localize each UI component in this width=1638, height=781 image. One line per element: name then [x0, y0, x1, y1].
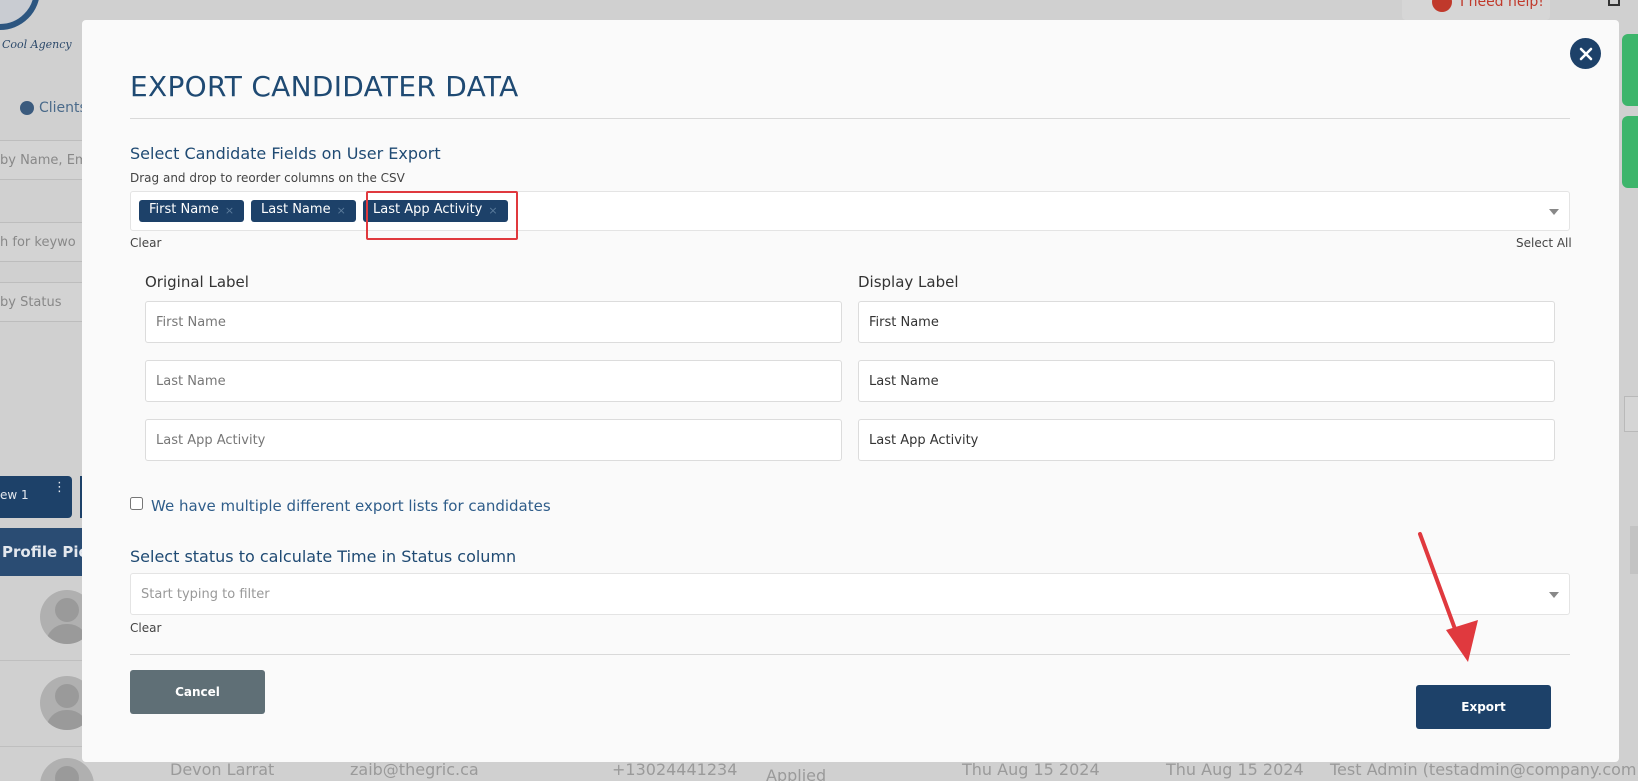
chip-last-name[interactable]: Last Name ×: [251, 200, 356, 222]
help-label: I need help!: [1460, 0, 1544, 10]
status-filter-input[interactable]: [131, 574, 1511, 614]
chevron-down-icon[interactable]: [1549, 209, 1559, 215]
chip-remove-icon[interactable]: ×: [488, 202, 497, 220]
clients-icon: [20, 101, 34, 115]
bg-cell-date1: Thu Aug 15 2024: [962, 760, 1100, 779]
multiple-lists-option[interactable]: We have multiple different export lists …: [130, 496, 551, 515]
bg-row-divider: [0, 660, 82, 661]
bg-cell-phone: +13024441234: [612, 760, 738, 779]
cancel-button[interactable]: Cancel: [130, 670, 265, 714]
help-button[interactable]: I need help!: [1402, 0, 1550, 20]
export-button[interactable]: Export: [1416, 685, 1551, 729]
status-clear-link[interactable]: Clear: [130, 621, 161, 635]
agency-logo-text: Cool Agency: [2, 38, 72, 51]
multiple-lists-label: We have multiple different export lists …: [151, 497, 551, 515]
bg-status-filter[interactable]: by Status: [0, 282, 82, 322]
multiple-lists-checkbox[interactable]: [130, 496, 143, 510]
chip-remove-icon[interactable]: ×: [337, 202, 346, 220]
title-divider: [130, 118, 1570, 119]
close-button[interactable]: [1570, 38, 1601, 69]
chip-remove-icon[interactable]: ×: [225, 202, 234, 220]
original-label-header: Original Label: [145, 273, 249, 291]
bg-search-input[interactable]: by Name, Em: [0, 140, 82, 180]
display-label-header: Display Label: [858, 273, 959, 291]
display-label-input[interactable]: [858, 419, 1555, 461]
original-label-input[interactable]: [145, 301, 842, 343]
original-label-input[interactable]: [145, 360, 842, 402]
fields-section-label: Select Candidate Fields on User Export: [130, 144, 441, 163]
footer-divider: [130, 654, 1570, 655]
original-label-input[interactable]: [145, 419, 842, 461]
chip-label: Last Name: [261, 202, 331, 217]
chip-label: First Name: [149, 202, 219, 217]
corner-icon: [1608, 0, 1620, 6]
chip-label: Last App Activity: [373, 202, 483, 217]
kebab-icon[interactable]: ⋮: [53, 480, 66, 495]
side-action-tab[interactable]: [1622, 34, 1638, 106]
bg-cell-email: zaib@thegric.ca: [350, 760, 479, 779]
display-label-input[interactable]: [858, 301, 1555, 343]
bg-cell-date2: Thu Aug 15 2024: [1166, 760, 1304, 779]
bg-profile-header: Profile Pict: [0, 528, 82, 576]
side-strip: [1630, 526, 1638, 574]
fields-multiselect[interactable]: First Name × Last Name × Last App Activi…: [130, 191, 1570, 231]
chip-last-app-activity[interactable]: Last App Activity ×: [363, 200, 508, 222]
bg-row-divider: [0, 746, 82, 747]
bg-cell-status: Applied: [766, 766, 827, 781]
nav-clients-label: Clients: [39, 100, 87, 116]
bg-view-tab[interactable]: ew 1 ⋮: [0, 476, 72, 518]
fields-help-text: Drag and drop to reorder columns on the …: [130, 171, 405, 185]
close-icon: [1579, 47, 1592, 60]
nav-clients[interactable]: Clients: [20, 100, 87, 116]
chip-first-name[interactable]: First Name ×: [139, 200, 245, 222]
bg-cell-name: Devon Larrat: [170, 760, 275, 779]
chevron-down-icon[interactable]: [1549, 592, 1559, 598]
status-section-label: Select status to calculate Time in Statu…: [130, 547, 517, 566]
select-all-link[interactable]: Select All: [1516, 236, 1572, 250]
agency-logo: [0, 0, 40, 30]
status-multiselect[interactable]: [130, 573, 1570, 615]
bg-cell-owner: Test Admin (testadmin@company.com): [1330, 760, 1638, 779]
export-modal: EXPORT CANDIDATER DATA Select Candidate …: [82, 20, 1619, 762]
modal-title: EXPORT CANDIDATER DATA: [130, 70, 519, 103]
side-action-tab[interactable]: [1622, 116, 1638, 188]
side-collapse-tab[interactable]: [1624, 396, 1638, 432]
bg-view-tab-label: ew 1: [0, 488, 29, 502]
help-icon: [1432, 0, 1452, 12]
display-label-input[interactable]: [858, 360, 1555, 402]
fields-clear-link[interactable]: Clear: [130, 236, 161, 250]
bg-keyword-input[interactable]: h for keywo: [0, 222, 82, 262]
